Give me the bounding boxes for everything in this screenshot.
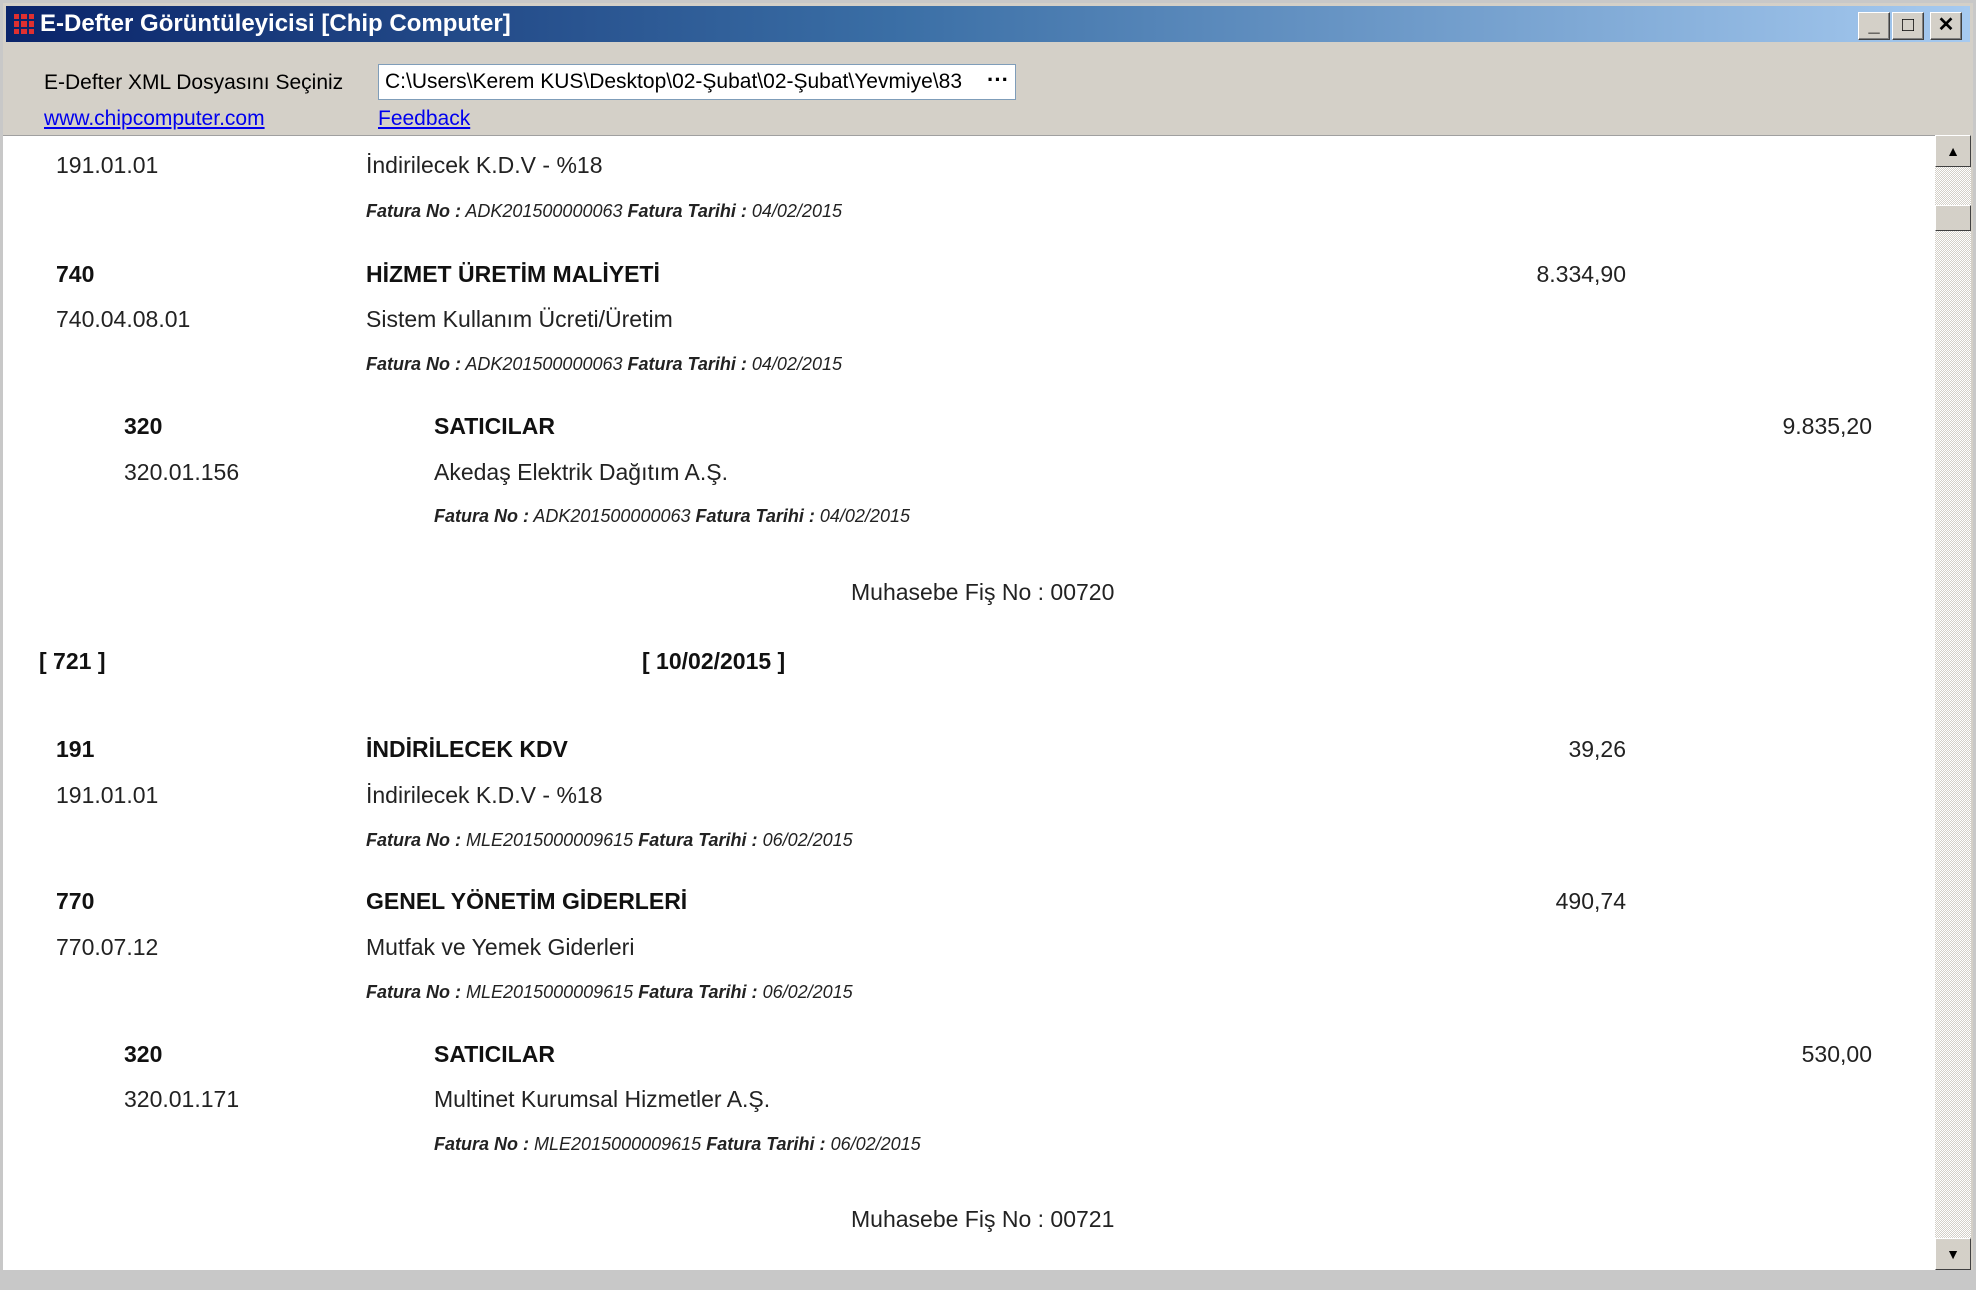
account-code: 320.01.171 bbox=[124, 1086, 240, 1112]
account-name: İNDİRİLECEK KDV bbox=[366, 736, 568, 762]
feedback-link[interactable]: Feedback bbox=[378, 107, 470, 131]
account-code: 320 bbox=[124, 413, 163, 439]
credit-amount: 9.835,20 bbox=[1782, 413, 1872, 439]
scroll-down-icon[interactable]: ▼ bbox=[1935, 1238, 1971, 1270]
debit-amount: 490,74 bbox=[1555, 888, 1626, 914]
account-code: 320 bbox=[124, 1041, 163, 1067]
account-name: GENEL YÖNETİM GİDERLERİ bbox=[366, 888, 688, 914]
scroll-up-icon[interactable]: ▲ bbox=[1935, 135, 1971, 167]
account-name: Multinet Kurumsal Hizmetler A.Ş. bbox=[434, 1086, 771, 1112]
browse-button[interactable]: ··· bbox=[982, 66, 1014, 98]
vertical-scrollbar[interactable]: ▲ ▼ bbox=[1935, 135, 1971, 1270]
title-bar[interactable]: E-Defter Görüntüleyicisi [Chip Computer]… bbox=[6, 6, 1970, 42]
maximize-button[interactable]: □ bbox=[1892, 12, 1924, 40]
account-code: 191 bbox=[56, 736, 95, 762]
file-path-input[interactable]: C:\Users\Kerem KUS\Desktop\02-Şubat\02-Ş… bbox=[378, 64, 1016, 100]
invoice-line: Fatura No : MLE2015000009615 Fatura Tari… bbox=[434, 1134, 921, 1154]
account-name: SATICILAR bbox=[434, 1041, 555, 1067]
invoice-line: Fatura No : ADK201500000063 Fatura Tarih… bbox=[366, 201, 842, 221]
account-code: 191.01.01 bbox=[56, 782, 159, 808]
app-grid-icon bbox=[14, 14, 34, 34]
debit-amount: 39,26 bbox=[1568, 736, 1626, 762]
account-code: 740 bbox=[56, 261, 95, 287]
account-code: 740.04.08.01 bbox=[56, 306, 191, 332]
ledger-content: 191.01.01 İndirilecek K.D.V - %18 Fatura… bbox=[3, 135, 1935, 1271]
toolbar: E-Defter XML Dosyasını Seçiniz C:\Users\… bbox=[6, 42, 1970, 138]
account-name: SATICILAR bbox=[434, 413, 555, 439]
invoice-line: Fatura No : MLE2015000009615 Fatura Tari… bbox=[366, 982, 853, 1002]
account-name: İndirilecek K.D.V - %18 bbox=[366, 152, 603, 178]
window-bottom-border bbox=[0, 1270, 1976, 1290]
account-name: Akedaş Elektrik Dağıtım A.Ş. bbox=[434, 459, 729, 485]
voucher-number-footer: Muhasebe Fiş No : 00720 bbox=[851, 579, 1115, 605]
minimize-button[interactable]: _ bbox=[1858, 12, 1890, 40]
invoice-line: Fatura No : ADK201500000063 Fatura Tarih… bbox=[366, 354, 842, 374]
account-code: 770.07.12 bbox=[56, 934, 159, 960]
account-name: Sistem Kullanım Ücreti/Üretim bbox=[366, 306, 673, 332]
invoice-line: Fatura No : ADK201500000063 Fatura Tarih… bbox=[434, 506, 910, 526]
window-title: E-Defter Görüntüleyicisi [Chip Computer] bbox=[40, 10, 511, 37]
account-name: İndirilecek K.D.V - %18 bbox=[366, 782, 603, 808]
account-name: Mutfak ve Yemek Giderleri bbox=[366, 934, 635, 960]
voucher-number: [ 721 ] bbox=[39, 648, 106, 674]
voucher-date: [ 10/02/2015 ] bbox=[642, 648, 786, 674]
voucher-number-footer: Muhasebe Fiş No : 00721 bbox=[851, 1206, 1115, 1232]
account-code: 191.01.01 bbox=[56, 152, 159, 178]
scroll-thumb[interactable] bbox=[1935, 205, 1971, 231]
file-select-label: E-Defter XML Dosyasını Seçiniz bbox=[44, 71, 344, 94]
close-button[interactable]: ✕ bbox=[1930, 12, 1962, 40]
credit-amount: 530,00 bbox=[1801, 1041, 1872, 1067]
account-name: HİZMET ÜRETİM MALİYETİ bbox=[366, 261, 660, 287]
account-code: 770 bbox=[56, 888, 95, 914]
website-link[interactable]: www.chipcomputer.com bbox=[44, 107, 265, 131]
invoice-line: Fatura No : MLE2015000009615 Fatura Tari… bbox=[366, 830, 853, 850]
debit-amount: 8.334,90 bbox=[1536, 261, 1626, 287]
account-code: 320.01.156 bbox=[124, 459, 240, 485]
